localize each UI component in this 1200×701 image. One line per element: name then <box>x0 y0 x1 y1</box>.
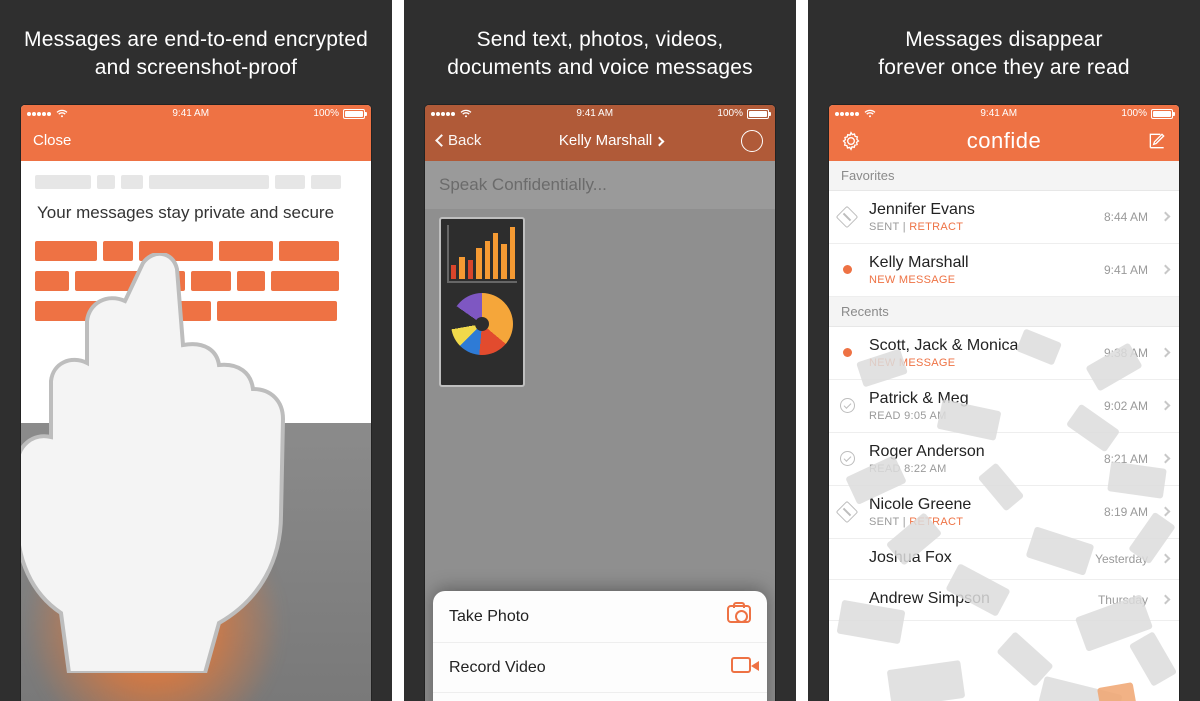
contact-name: Kelly Marshall <box>869 254 1094 272</box>
chevron-left-icon <box>435 134 448 147</box>
app-title: confide <box>861 128 1147 154</box>
status-subtext: READ 8:22 AM <box>869 463 1094 475</box>
new-dot-icon <box>843 348 852 357</box>
contact-name: Nicole Greene <box>869 496 1094 514</box>
obscured-text-row <box>35 175 357 189</box>
status-subtext: READ 9:05 AM <box>869 410 1094 422</box>
row-time: 8:44 AM <box>1104 210 1148 224</box>
conversation-row[interactable]: Patrick & Meg READ 9:05 AM 9:02 AM <box>829 380 1179 433</box>
row-time: 8:19 AM <box>1104 505 1148 519</box>
conversation-row[interactable]: Kelly Marshall NEW MESSAGE 9:41 AM <box>829 244 1179 297</box>
action-photo-library[interactable]: Photo Library <box>433 692 767 701</box>
panel-1: Messages are end-to-end encrypted and sc… <box>0 0 392 701</box>
read-check-icon <box>840 451 855 466</box>
status-time: 9:41 AM <box>576 108 613 119</box>
panel-3: Messages disappear forever once they are… <box>808 0 1200 701</box>
chevron-right-icon <box>1161 348 1171 358</box>
revealed-message: Your messages stay private and secure <box>37 203 355 223</box>
contact-name: Andrew Simpson <box>869 590 1088 608</box>
new-dot-icon <box>843 265 852 274</box>
status-subtext: NEW MESSAGE <box>869 274 1094 286</box>
row-time: 9:02 AM <box>1104 399 1148 413</box>
conversation-row[interactable]: Roger Anderson READ 8:22 AM 8:21 AM <box>829 433 1179 486</box>
back-button[interactable]: Back <box>437 132 481 149</box>
battery-icon <box>747 109 769 119</box>
contact-name: Jennifer Evans <box>869 201 1094 219</box>
signal-dots-icon <box>835 108 860 119</box>
close-button[interactable]: Close <box>33 132 71 149</box>
status-battery-pct: 100% <box>717 108 743 119</box>
conversation-title[interactable]: Kelly Marshall <box>481 132 741 149</box>
action-take-photo[interactable]: Take Photo <box>433 591 767 642</box>
action-record-video[interactable]: Record Video <box>433 642 767 692</box>
row-time: Thursday <box>1098 593 1148 607</box>
row-time: Yesterday <box>1095 552 1148 566</box>
battery-icon <box>343 109 365 119</box>
row-time: 9:38 AM <box>1104 346 1148 360</box>
pie-chart-icon <box>451 293 513 355</box>
contact-name: Joshua Fox <box>869 549 1085 567</box>
compose-placeholder[interactable]: Speak Confidentially... <box>425 161 775 209</box>
status-battery-pct: 100% <box>1121 108 1147 119</box>
chevron-right-icon <box>1161 212 1171 222</box>
conversation-row[interactable]: Nicole Greene SENT | RETRACT 8:19 AM <box>829 486 1179 539</box>
phone-2: 9:41 AM 100% Back Kelly Marshall Speak C… <box>425 105 775 701</box>
row-time: 8:21 AM <box>1104 452 1148 466</box>
status-bar: 9:41 AM 100% <box>829 105 1179 121</box>
conversation-row[interactable]: Scott, Jack & Monica NEW MESSAGE 9:38 AM <box>829 327 1179 380</box>
conversation-row[interactable]: Andrew Simpson Thursday <box>829 580 1179 621</box>
contact-name: Patrick & Meg <box>869 390 1094 408</box>
status-subtext: SENT | RETRACT <box>869 221 1094 233</box>
status-subtext: NEW MESSAGE <box>869 357 1094 369</box>
phone-3: 9:41 AM 100% confide FavoritesJennifer E… <box>829 105 1179 701</box>
conversation-row[interactable]: Jennifer Evans SENT | RETRACT 8:44 AM <box>829 191 1179 244</box>
wifi-icon <box>864 109 876 118</box>
section-recents: Recents <box>829 297 1179 327</box>
status-battery-pct: 100% <box>313 108 339 119</box>
chevron-right-icon <box>1161 507 1171 517</box>
signal-dots-icon <box>431 108 456 119</box>
panel-3-caption: Messages disappear forever once they are… <box>858 0 1150 105</box>
chevron-right-icon <box>1161 265 1171 275</box>
status-time: 9:41 AM <box>980 108 1017 119</box>
status-bar: 9:41 AM 100% <box>21 105 371 121</box>
contact-name: Scott, Jack & Monica <box>869 337 1094 355</box>
phone-1: 9:41 AM 100% Close Your messages stay pr… <box>21 105 371 701</box>
chevron-right-icon <box>1161 454 1171 464</box>
panel-2: Send text, photos, videos, documents and… <box>404 0 796 701</box>
contact-name: Roger Anderson <box>869 443 1094 461</box>
wifi-icon <box>460 109 472 118</box>
sent-plane-icon <box>836 500 859 523</box>
section-favorites: Favorites <box>829 161 1179 191</box>
chevron-right-icon <box>1161 554 1171 564</box>
sent-plane-icon <box>836 205 859 228</box>
camera-icon <box>727 605 751 623</box>
chevron-right-icon <box>655 137 665 147</box>
wifi-icon <box>56 109 68 118</box>
panel-2-caption: Send text, photos, videos, documents and… <box>427 0 773 105</box>
chevron-right-icon <box>1161 595 1171 605</box>
settings-gear-icon[interactable] <box>841 131 861 151</box>
bar-chart-icon <box>447 225 517 283</box>
hand-icon <box>21 253 315 673</box>
compose-icon[interactable] <box>1147 131 1167 151</box>
video-icon <box>731 657 751 673</box>
status-time: 9:41 AM <box>172 108 209 119</box>
read-check-icon <box>840 398 855 413</box>
row-time: 9:41 AM <box>1104 263 1148 277</box>
battery-icon <box>1151 109 1173 119</box>
status-subtext: SENT | RETRACT <box>869 516 1094 528</box>
chevron-right-icon <box>1161 401 1171 411</box>
attachment-action-sheet: Take Photo Record Video Photo Library Br… <box>433 591 767 701</box>
status-bar: 9:41 AM 100% <box>425 105 775 121</box>
chat-bubble-icon[interactable] <box>741 130 763 152</box>
signal-dots-icon <box>27 108 52 119</box>
panel-1-caption: Messages are end-to-end encrypted and sc… <box>4 0 388 105</box>
conversation-row[interactable]: Joshua Fox Yesterday <box>829 539 1179 580</box>
attachment-thumbnail[interactable] <box>439 217 525 387</box>
